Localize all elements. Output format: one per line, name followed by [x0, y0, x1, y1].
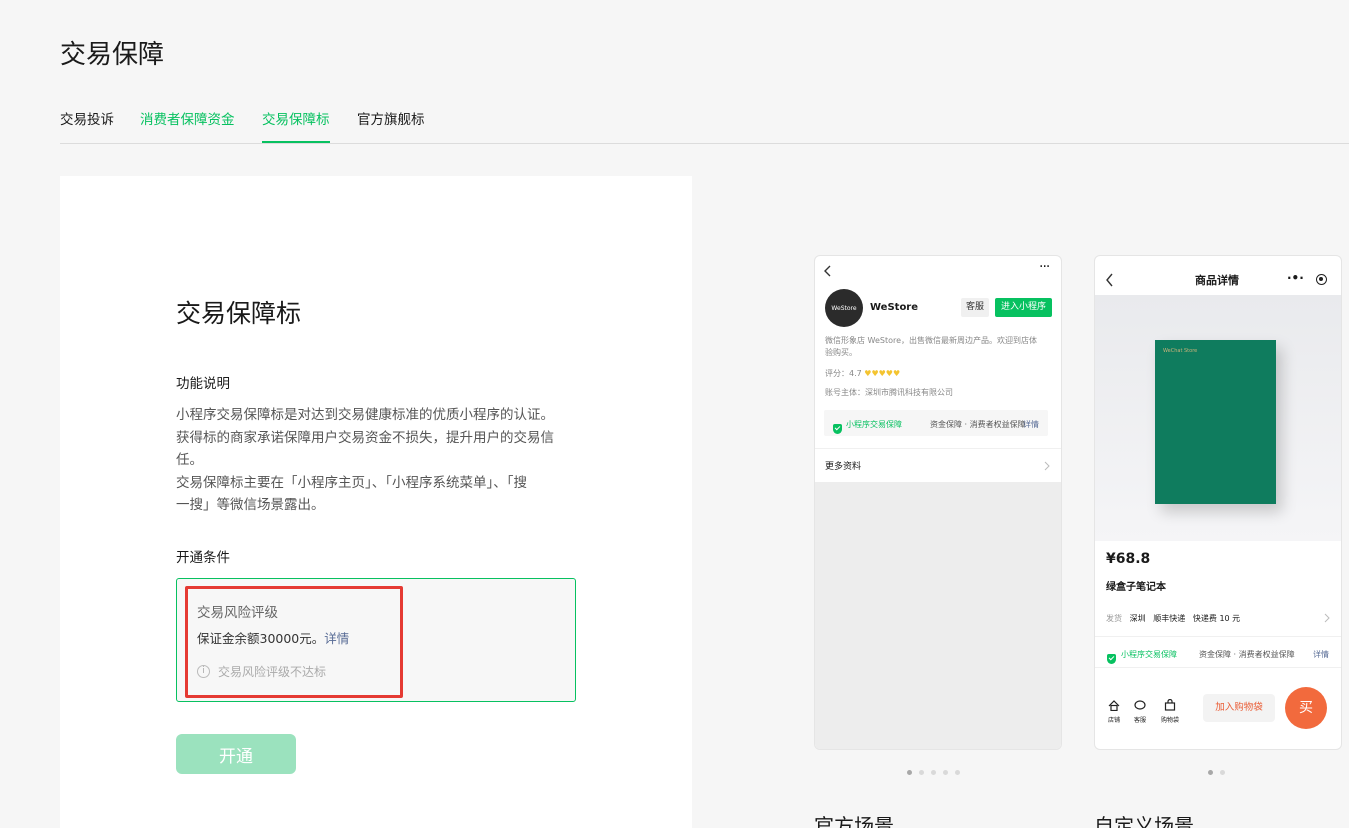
main-card: 交易保障标 功能说明 小程序交易保障标是对达到交易健康标准的优质小程序的认证。 … [60, 176, 692, 828]
badge-detail-link[interactable]: 详情 [1023, 419, 1039, 430]
trade-guarantee-bar[interactable]: 小程序交易保障 资金保障 · 消费者权益保障 详情 [1095, 636, 1341, 668]
rating-stars-icon: ♥♥♥♥♥ [864, 369, 901, 378]
shopping-bag-icon [1164, 698, 1176, 711]
add-to-bag-button[interactable]: 加入购物袋 [1203, 694, 1275, 722]
more-icon[interactable]: ·•· [1287, 271, 1304, 285]
card-title: 交易保障标 [176, 299, 302, 328]
notebook-image: WeChat Store [1155, 340, 1276, 504]
nav-service[interactable]: 客服 [1131, 696, 1149, 724]
tab-complaints[interactable]: 交易投诉 [60, 108, 114, 128]
product-image: WeChat Store [1095, 295, 1341, 541]
back-icon[interactable] [823, 265, 833, 277]
tab-bar: 交易投诉 消费者保障资金 交易保障标 官方旗舰标 [60, 100, 1349, 144]
badge-label: 小程序交易保障 [846, 420, 902, 429]
store-name: WeStore [870, 302, 919, 313]
carousel-dot[interactable] [931, 770, 936, 775]
desc-line: 小程序交易保障标是对达到交易健康标准的优质小程序的认证。 [176, 407, 554, 423]
ship-method: 顺丰快递 [1153, 614, 1186, 623]
nav-service-label: 客服 [1133, 717, 1146, 724]
home-icon [1108, 700, 1120, 712]
open-button[interactable]: 开通 [176, 734, 296, 774]
desc-line: 交易保障标主要在「小程序主页」、「小程序系统菜单」、「搜 [176, 474, 527, 491]
desc-line: 一搜」等微信场景露出。 [176, 497, 325, 513]
feature-title: 功能说明 [176, 376, 230, 392]
nav-store-label: 店铺 [1107, 717, 1120, 724]
blank-area [815, 482, 1061, 749]
chevron-right-icon [1324, 613, 1330, 623]
tab-flagship-badge[interactable]: 官方旗舰标 [357, 108, 425, 128]
tab-trade-guarantee-badge[interactable]: 交易保障标 [262, 108, 330, 143]
trade-guarantee-bar[interactable]: 小程序交易保障 资金保障 · 消费者权益保障 详情 [824, 410, 1048, 436]
rating-label: 评分：4.7 [825, 369, 862, 378]
desc-line: 任。 [176, 452, 203, 468]
nav-bag[interactable]: 购物袋 [1159, 696, 1181, 724]
product-name: 绿盒子笔记本 [1106, 582, 1166, 593]
more-info-row[interactable]: 更多资料 [815, 448, 1061, 482]
ship-fee: 快递费 10 元 [1192, 614, 1241, 623]
store-description: 微信形象店 WeStore，出售微信最新周边产品。欢迎到店体 验购买。 [825, 335, 1057, 359]
phone-preview-profile: ··· WeStore WeStore 客服 进入小程序 微信形象店 WeSto… [814, 255, 1062, 750]
store-rating: 评分：4.7 ♥♥♥♥♥ [825, 368, 900, 379]
chevron-right-icon [1044, 461, 1050, 471]
price: ¥68.8 [1106, 551, 1151, 567]
page-title: 交易保障 [60, 40, 165, 70]
store-logo: WeStore [825, 289, 863, 327]
more-info-label: 更多资料 [825, 462, 862, 472]
scene-title-custom: 自定义场景 [1094, 814, 1194, 828]
phone-preview-product: 商品详情 ·•· WeChat Store ¥68.8 绿盒子笔记本 发货 深圳… [1094, 255, 1342, 750]
notebook-logo: WeChat Store [1163, 348, 1198, 354]
badge-desc: 资金保障 · 消费者权益保障 [1199, 650, 1295, 659]
highlight-box [185, 586, 403, 698]
bottom-bar: 店铺 客服 购物袋 加入购物袋 买 [1095, 686, 1341, 736]
buy-button[interactable]: 买 [1285, 687, 1327, 729]
header-title: 商品详情 [1195, 274, 1239, 287]
back-icon[interactable] [1105, 273, 1115, 287]
scene-title-official: 官方场景 [814, 814, 894, 828]
ship-city: 深圳 [1129, 614, 1146, 623]
carousel-dot[interactable] [907, 770, 912, 775]
close-miniprogram-icon[interactable] [1316, 274, 1327, 285]
store-desc-line: 验购买。 [825, 348, 857, 357]
carousel-dots-official [907, 770, 960, 775]
ship-label: 发货 [1106, 614, 1122, 623]
carousel-dot[interactable] [943, 770, 948, 775]
store-owner: 账号主体：深圳市腾讯科技有限公司 [825, 388, 953, 397]
chat-bubble-icon [1134, 700, 1146, 710]
tab-consumer-fund[interactable]: 消费者保障资金 [140, 108, 235, 128]
badge-detail-link[interactable]: 详情 [1313, 649, 1329, 660]
badge-desc: 资金保障 · 消费者权益保障 [930, 420, 1026, 429]
feature-description: 小程序交易保障标是对达到交易健康标准的优质小程序的认证。 获得标的商家承诺保障用… [176, 404, 576, 517]
carousel-dot[interactable] [1208, 770, 1213, 775]
enter-miniprogram-button[interactable]: 进入小程序 [995, 298, 1052, 317]
carousel-dot[interactable] [955, 770, 960, 775]
shield-icon [833, 424, 842, 434]
conditions-title: 开通条件 [176, 550, 230, 566]
nav-bag-label: 购物袋 [1160, 717, 1179, 724]
badge-label: 小程序交易保障 [1121, 650, 1177, 659]
store-desc-line: 微信形象店 WeStore，出售微信最新周边产品。欢迎到店体 [825, 336, 1038, 345]
carousel-dots-custom [1208, 770, 1225, 775]
carousel-dot[interactable] [919, 770, 924, 775]
shield-icon [1107, 654, 1116, 664]
more-icon[interactable]: ··· [1039, 259, 1050, 275]
carousel-dot[interactable] [1220, 770, 1225, 775]
shipping-row: 发货 深圳 顺丰快递 快递费 10 元 [1106, 613, 1334, 624]
desc-line: 获得标的商家承诺保障用户交易资金不损失，提升用户的交易信 [176, 429, 554, 446]
service-button[interactable]: 客服 [961, 298, 989, 317]
capsule-menu[interactable]: ·•· [1281, 269, 1337, 291]
nav-store[interactable]: 店铺 [1105, 696, 1123, 724]
